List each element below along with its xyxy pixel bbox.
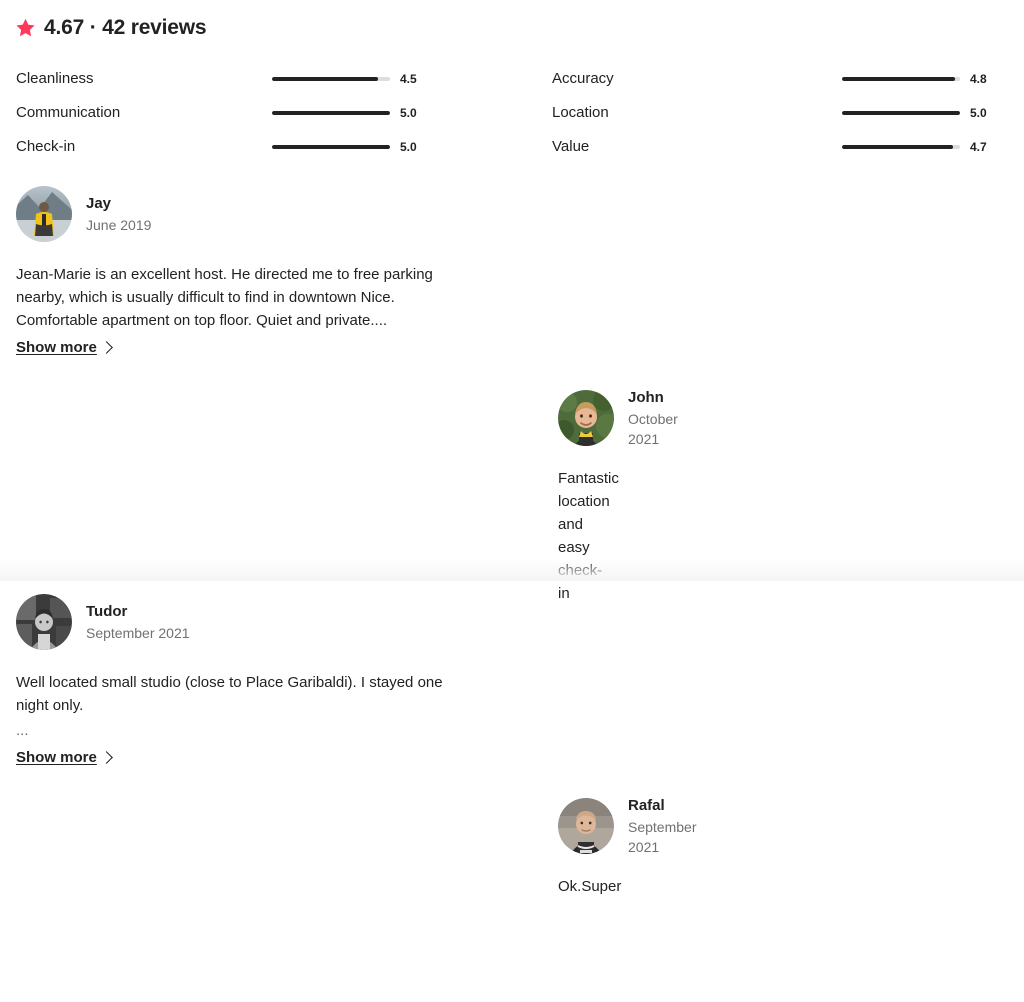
review-date: June 2019 <box>86 216 152 233</box>
rating-bar-fill-cleanliness <box>272 77 379 81</box>
rating-row-communication: Communication 5.0 <box>16 96 430 130</box>
rating-header: 4.67 · 42 reviews <box>0 0 1024 44</box>
rating-value-accuracy: 4.8 <box>970 72 987 86</box>
rating-bar-accuracy <box>842 77 960 81</box>
show-more-button[interactable]: Show more <box>16 338 113 358</box>
rating-value-cleanliness: 4.5 <box>400 72 417 86</box>
rating-label-location: Location <box>552 104 609 121</box>
rating-label-communication: Communication <box>16 104 121 121</box>
rating-bar-wrap-accuracy: 4.8 <box>614 71 1000 87</box>
category-ratings: Cleanliness 4.5 Communication 5.0 Check-… <box>0 62 1024 164</box>
rating-label-cleanliness: Cleanliness <box>16 70 94 87</box>
rating-bar-wrap-value: 4.7 <box>589 139 1000 155</box>
rating-value-value: 4.7 <box>970 140 987 154</box>
rating-bar-checkin <box>272 145 390 149</box>
rating-row-location: Location 5.0 <box>552 96 1000 130</box>
review-header: Jay June 2019 <box>16 186 452 242</box>
review-date: September 2021 <box>628 818 697 855</box>
review-item: Rafal September 2021 Ok.Super Show more <box>558 796 697 895</box>
review-text: Well located small studio (close to Plac… <box>16 674 443 714</box>
category-ratings-right-column: Accuracy 4.8 Location 5.0 Value 4.7 <box>512 62 1024 164</box>
rating-bar-cleanliness <box>272 77 390 81</box>
reviews-list: Jay June 2019 Jean-Marie is an excellent… <box>0 186 1024 1002</box>
rating-bar-location <box>842 111 960 115</box>
review-date: October 2021 <box>628 410 678 447</box>
avatar-john[interactable] <box>558 390 614 446</box>
rating-bar-fill-accuracy <box>842 77 956 81</box>
reviewer-name: Tudor <box>86 602 128 620</box>
rating-value-location: 5.0 <box>970 106 987 120</box>
chevron-right-icon <box>99 751 113 764</box>
reviewer-meta: Tudor September 2021 <box>86 602 190 643</box>
rating-bar-wrap-communication: 5.0 <box>120 105 430 121</box>
review-header: Tudor September 2021 <box>16 594 452 650</box>
reviewer-meta: John October 2021 <box>628 388 678 449</box>
review-truncation-ellipsis: ... <box>16 722 29 739</box>
avatar-tudor[interactable] <box>16 594 72 650</box>
show-more-label: Show more <box>16 749 97 766</box>
show-more-label: Show more <box>16 339 97 356</box>
rating-bar-wrap-cleanliness: 4.5 <box>94 71 430 87</box>
review-date: September 2021 <box>86 624 190 641</box>
review-item: Jay June 2019 Jean-Marie is an excellent… <box>0 186 512 390</box>
rating-summary-text: 4.67 · 42 reviews <box>44 15 207 39</box>
reviewer-meta: Jay June 2019 <box>86 194 151 235</box>
category-ratings-left-column: Cleanliness 4.5 Communication 5.0 Check-… <box>0 62 512 164</box>
rating-bar-fill-value <box>842 145 953 149</box>
reviewer-name: Rafal <box>628 796 665 814</box>
rating-bar-value <box>842 145 960 149</box>
reviewer-name: Jay <box>86 194 112 212</box>
rating-label-accuracy: Accuracy <box>552 70 614 87</box>
rating-value-checkin: 5.0 <box>400 140 417 154</box>
reviewer-meta: Rafal September 2021 <box>628 796 696 857</box>
rating-bar-communication <box>272 111 390 115</box>
reviews-section: 4.67 · 42 reviews Cleanliness 4.5 Commun… <box>0 0 1024 895</box>
rating-bar-fill-communication <box>272 111 390 115</box>
rating-bar-fill-location <box>842 111 960 115</box>
rating-label-checkin: Check-in <box>16 138 76 155</box>
avatar-jay[interactable] <box>16 186 72 242</box>
rating-bar-wrap-location: 5.0 <box>609 105 1000 121</box>
rating-label-value: Value <box>552 138 590 155</box>
review-item: Tudor September 2021 Well located small … <box>0 594 512 798</box>
show-more-button[interactable]: Show more <box>16 748 113 768</box>
rating-bar-fill-checkin <box>272 145 390 149</box>
avatar-rafal[interactable] <box>558 798 614 854</box>
rating-row-checkin: Check-in 5.0 <box>16 130 430 164</box>
reviewer-name: John <box>628 388 664 406</box>
star-icon <box>16 18 35 37</box>
rating-row-cleanliness: Cleanliness 4.5 <box>16 62 430 96</box>
rating-bar-wrap-checkin: 5.0 <box>75 139 430 155</box>
review-item: John October 2021 Fantastic location and… <box>0 389 678 602</box>
review-text: Jean-Marie is an excellent host. He dire… <box>16 266 433 329</box>
rating-row-accuracy: Accuracy 4.8 <box>552 62 1000 96</box>
chevron-right-icon <box>99 341 113 354</box>
rating-value-communication: 5.0 <box>400 106 417 120</box>
rating-row-value: Value 4.7 <box>552 130 1000 164</box>
